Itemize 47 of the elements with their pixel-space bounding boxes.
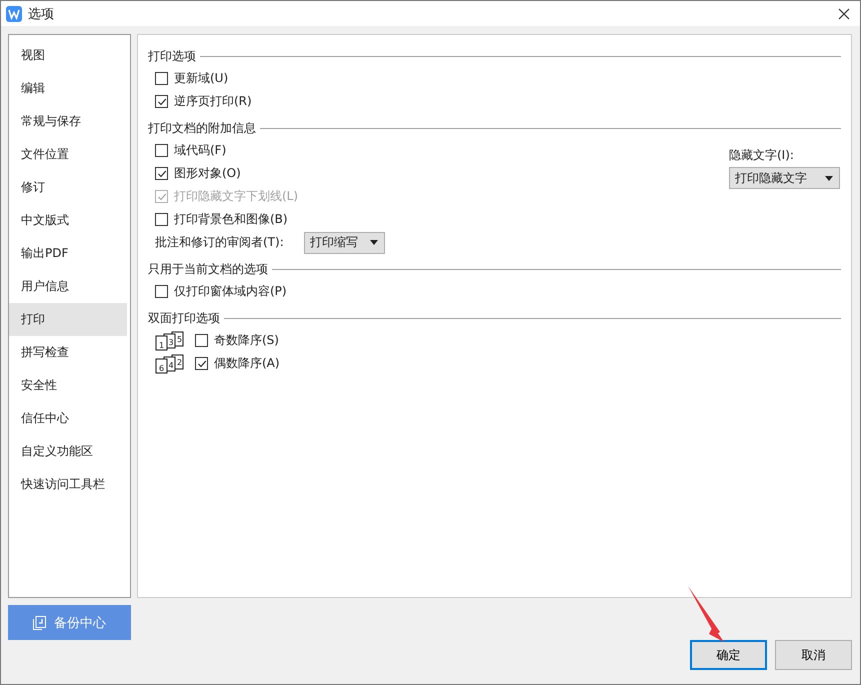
sidebar-item[interactable]: 打印	[9, 303, 127, 336]
caret-icon	[370, 240, 378, 245]
sidebar-item[interactable]: 安全性	[9, 369, 127, 402]
sidebar-item[interactable]: 输出PDF	[9, 237, 127, 270]
checkbox[interactable]	[195, 357, 208, 370]
checkbox[interactable]	[155, 72, 168, 85]
backup-icon	[33, 616, 46, 630]
field-label: 隐藏文字(I):	[729, 147, 795, 164]
checkbox-label: 奇数降序(S)	[214, 332, 279, 349]
checkbox-label: 偶数降序(A)	[214, 355, 280, 372]
sidebar-item[interactable]: 拼写检查	[9, 336, 127, 369]
close-icon[interactable]	[838, 8, 850, 20]
sidebar-item[interactable]: 编辑	[9, 72, 127, 105]
sidebar-item[interactable]: 视图	[9, 39, 127, 72]
sidebar-item[interactable]: 常规与保存	[9, 105, 127, 138]
checkbox[interactable]	[155, 167, 168, 180]
field-label: 批注和修订的审阅者(T):	[155, 234, 284, 251]
checkbox[interactable]	[195, 334, 208, 347]
sidebar-item[interactable]: 中文版式	[9, 204, 127, 237]
dialog-button[interactable]: 确定	[690, 640, 767, 670]
section-title: 双面打印选项	[148, 310, 220, 326]
dialog-button[interactable]: 取消	[775, 640, 852, 670]
section-title: 打印选项	[148, 48, 196, 64]
sidebar-item[interactable]: 文件位置	[9, 138, 127, 171]
sidebar-item[interactable]: 自定义功能区	[9, 435, 127, 468]
checkbox-label: 逆序页打印(R)	[174, 93, 252, 110]
section-title: 打印文档的附加信息	[148, 120, 256, 136]
checkbox-label: 仅打印窗体域内容(P)	[174, 283, 287, 300]
checkbox-label: 更新域(U)	[174, 70, 228, 87]
app-logo-icon	[6, 6, 22, 22]
dropdown[interactable]: 打印隐藏文字	[729, 167, 840, 189]
dropdown[interactable]: 打印缩写	[304, 232, 385, 254]
window-title: 选项	[28, 6, 54, 22]
sidebar-item[interactable]: 修订	[9, 171, 127, 204]
sidebar-item[interactable]: 快速访问工具栏	[9, 468, 127, 501]
checkbox[interactable]	[155, 95, 168, 108]
sidebar-item[interactable]: 信任中心	[9, 402, 127, 435]
checkbox-label: 域代码(F)	[174, 142, 226, 159]
checkbox[interactable]	[155, 213, 168, 226]
checkbox[interactable]	[155, 144, 168, 157]
checkbox-label: 打印隐藏文字下划线(L)	[174, 188, 298, 205]
checkbox[interactable]	[155, 285, 168, 298]
caret-icon	[825, 176, 833, 180]
sidebar-item[interactable]: 用户信息	[9, 270, 127, 303]
checkbox-label: 图形对象(O)	[174, 165, 241, 182]
checkbox-label: 打印背景色和图像(B)	[174, 211, 288, 228]
section-title: 只用于当前文档的选项	[148, 260, 268, 278]
